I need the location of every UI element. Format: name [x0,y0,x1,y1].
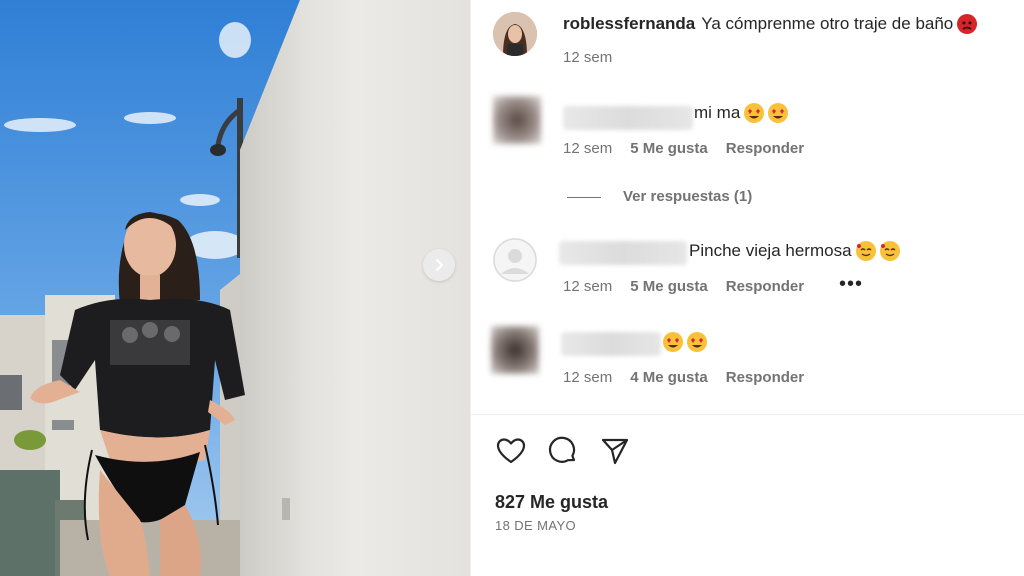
more-options-icon[interactable]: ••• [839,273,863,296]
heart-icon[interactable] [495,435,527,467]
comment-likes[interactable]: 5 Me gusta [630,278,708,295]
post-photo [0,0,470,576]
heart-eyes-emoji [744,103,765,123]
heart-eyes-emoji [687,332,707,352]
replies-divider [567,197,601,198]
comment-time: 12 sem [563,369,613,386]
comment-meta: 12 sem 4 Me gusta Responder [563,369,804,386]
view-replies-row: Ver respuestas (1) [623,188,752,205]
comment-meta: 12 sem 5 Me gusta Responder [563,140,804,157]
redacted-username [561,332,661,356]
comments-panel: roblessfernanda Ya cómprenme otro traje … [470,0,1024,576]
post-actions [495,435,631,467]
actions-divider [471,414,1024,415]
comment-time: 12 sem [563,278,613,295]
comment-time: 12 sem [563,140,613,157]
view-replies-button[interactable]: Ver respuestas (1) [623,188,752,205]
comment-meta: 12 sem 5 Me gusta Responder [563,278,804,295]
chevron-right-icon [435,258,444,272]
smiling-hearts-emoji [879,241,900,261]
post-date: 18 DE MAYO [495,518,577,533]
caption-text: Ya cómprenme otro traje de baño [701,14,954,33]
photo-scene [0,0,470,576]
commenter-avatar[interactable] [493,96,541,144]
comment-text: Pinche vieja hermosa [689,241,852,260]
author-avatar[interactable] [493,12,537,56]
caption-time: 12 sem [563,49,613,66]
comment-likes[interactable]: 4 Me gusta [630,369,708,386]
angry-face-emoji [957,14,978,34]
reply-button[interactable]: Responder [726,278,804,295]
smiling-hearts-emoji [855,241,876,261]
commenter-avatar[interactable] [491,326,539,374]
reply-button[interactable]: Responder [726,140,804,157]
next-photo-button[interactable] [423,249,455,281]
comment-likes[interactable]: 5 Me gusta [630,140,708,157]
caption-row: roblessfernanda Ya cómprenme otro traje … [563,14,978,34]
heart-eyes-emoji [768,103,789,123]
commenter-avatar[interactable] [493,238,537,282]
comment-row: mi ma [694,103,789,123]
comment-row [659,332,707,352]
default-avatar-icon [493,238,537,282]
caption-meta: 12 sem [563,49,612,66]
comment-text: mi ma [694,103,741,122]
redacted-username [559,241,687,265]
author-avatar-image [493,12,537,56]
author-username[interactable]: roblessfernanda [563,14,695,34]
redacted-username [563,106,693,130]
reply-button[interactable]: Responder [726,369,804,386]
comment-icon[interactable] [547,435,579,467]
heart-eyes-emoji [663,332,683,352]
likes-count[interactable]: 827 Me gusta [495,492,608,513]
comment-row: Pinche vieja hermosa [689,241,900,261]
instagram-post-view: roblessfernanda Ya cómprenme otro traje … [0,0,1024,576]
send-icon[interactable] [599,435,631,467]
